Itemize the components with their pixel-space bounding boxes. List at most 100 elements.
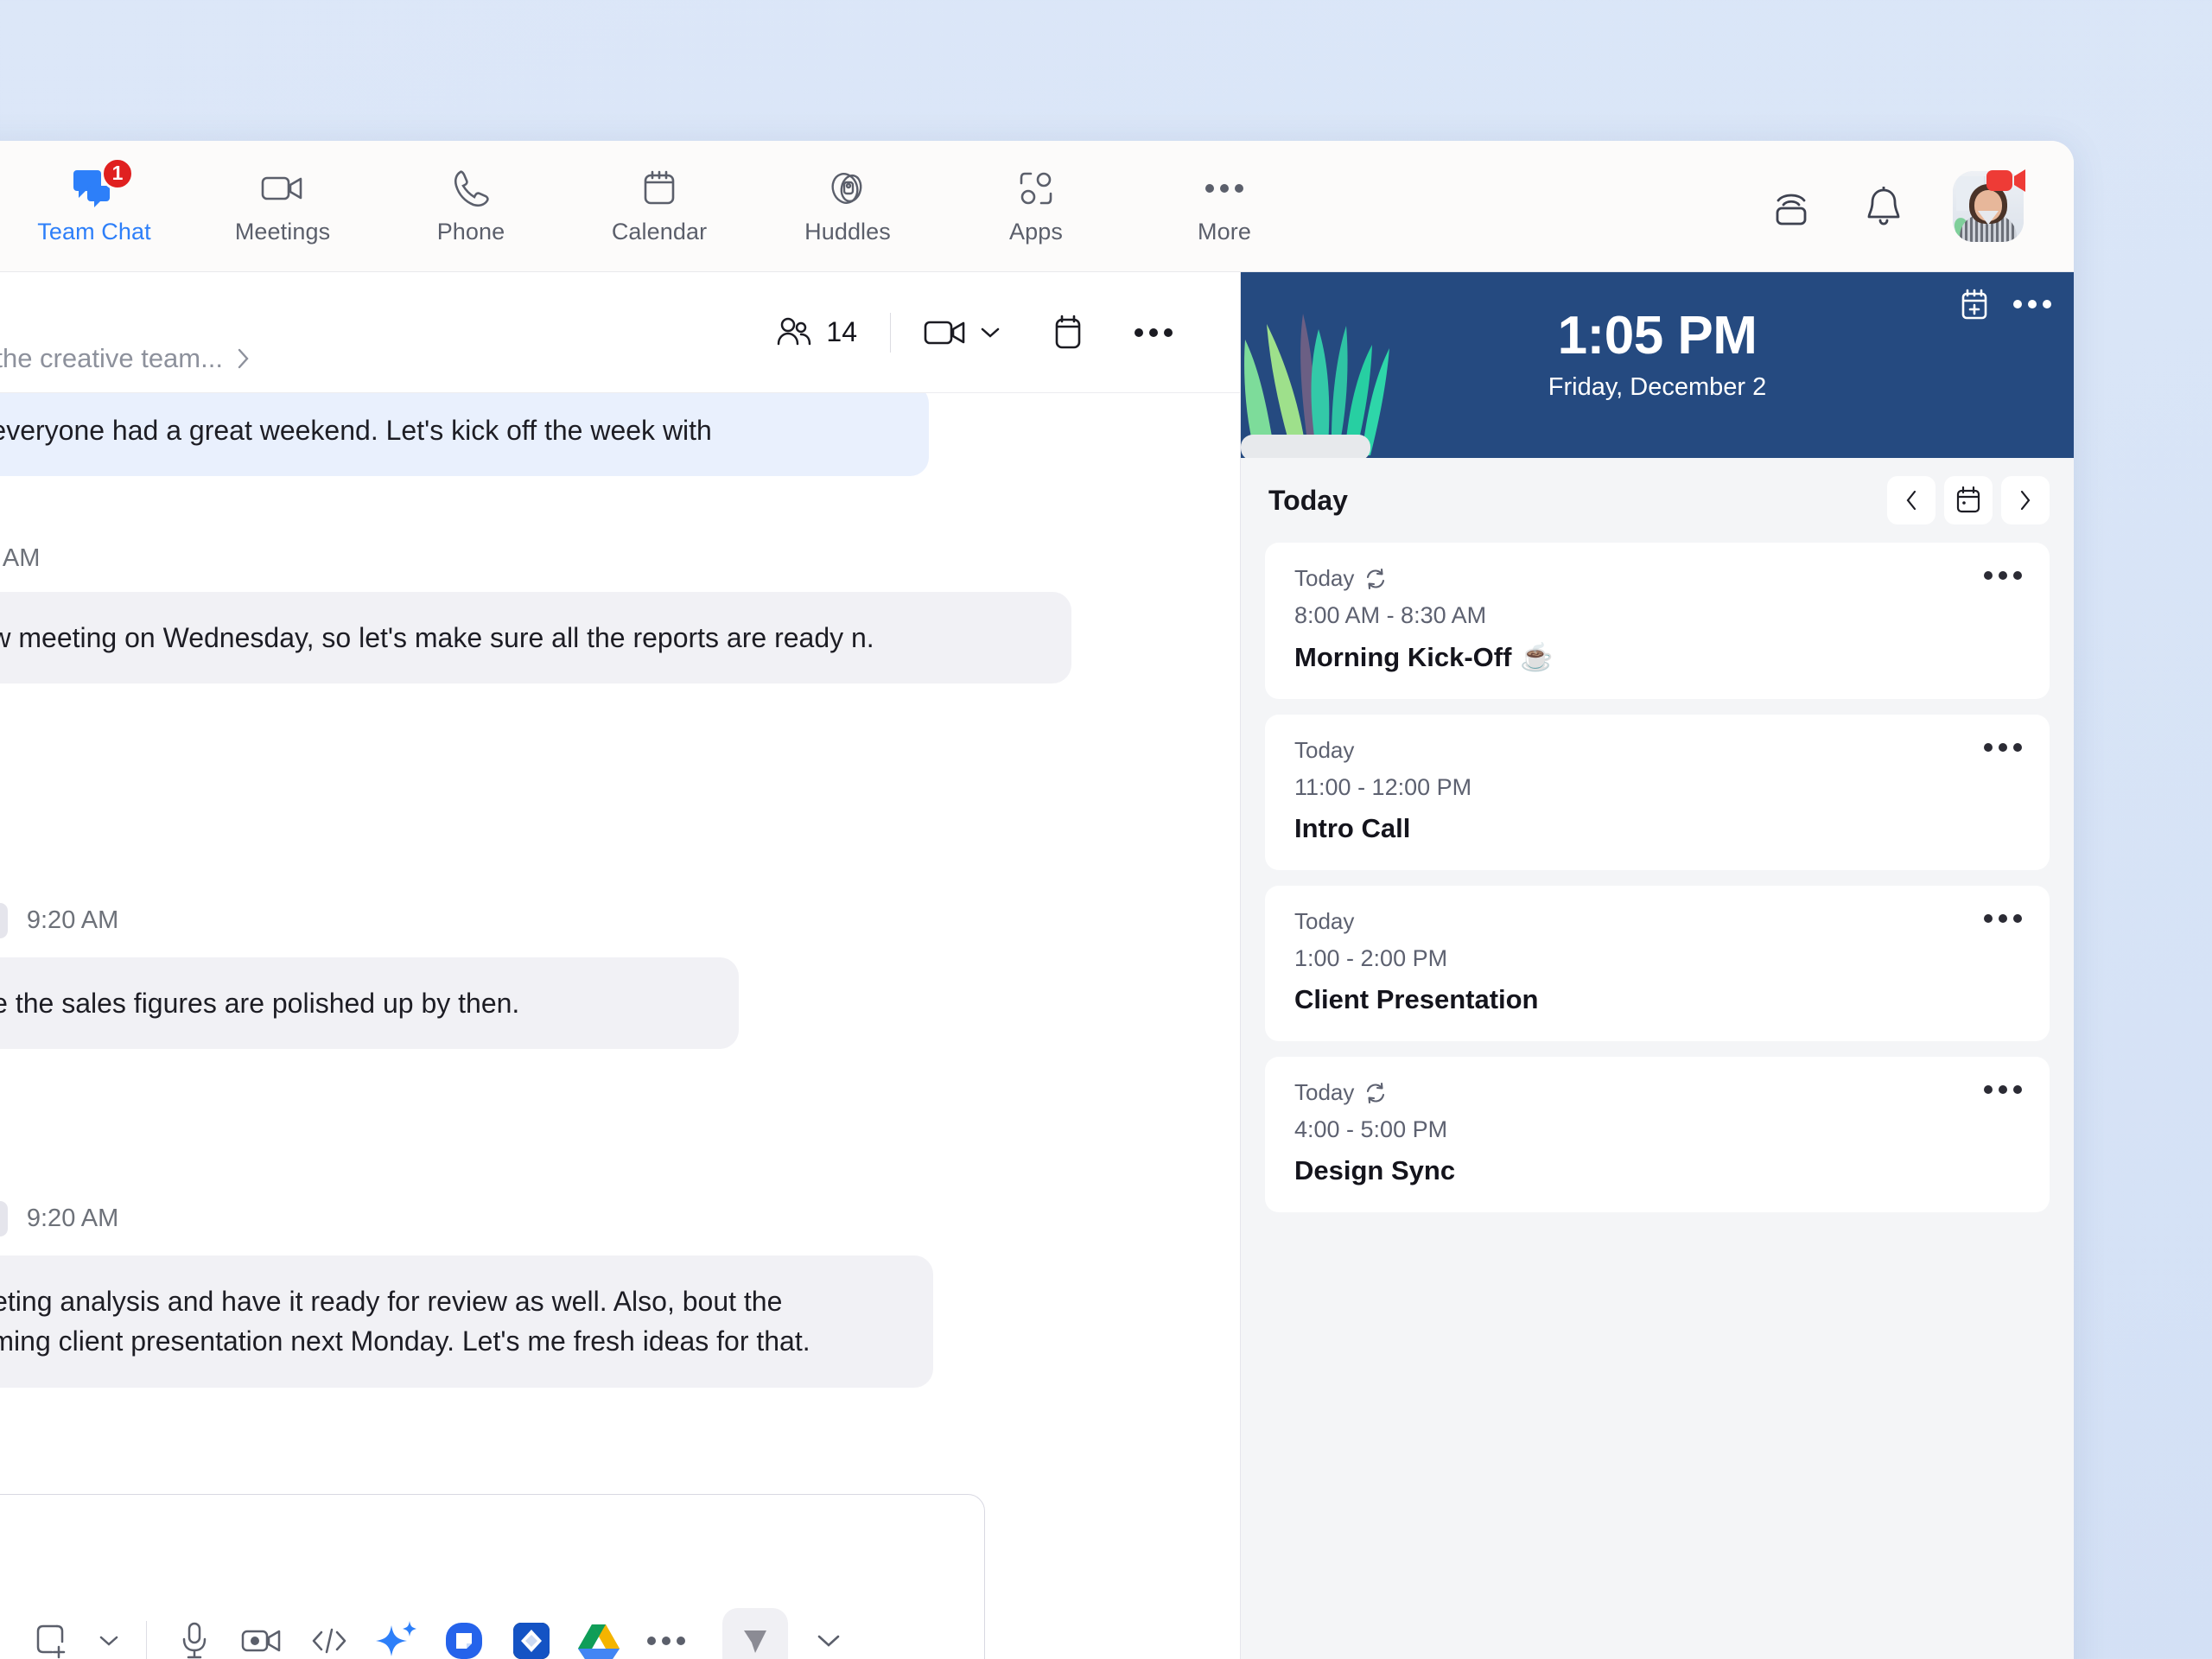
- send-icon: [744, 1630, 766, 1653]
- meeting-time: 1:00 - 2:00 PM: [1294, 945, 1448, 971]
- meeting-title: Client Presentation: [1294, 984, 2020, 1015]
- nav-item-team-chat[interactable]: 1 Team Chat: [0, 141, 188, 272]
- nav-item-phone[interactable]: Phone: [377, 141, 565, 272]
- meeting-title-text: Client Presentation: [1294, 984, 1539, 1014]
- meeting-title: Morning Kick-Off ☕: [1294, 641, 2020, 673]
- meeting-more-options-icon[interactable]: [1984, 1083, 2022, 1098]
- chevron-down-icon[interactable]: [86, 1607, 132, 1659]
- message-item: TERNAL 9:20 AM e sure the sales figures …: [0, 903, 760, 1050]
- meeting-card[interactable]: Today 4:00 - 5:00 PM Design Sync: [1265, 1057, 2050, 1212]
- chevron-left-icon[interactable]: [1887, 476, 1936, 524]
- send-button[interactable]: [722, 1608, 788, 1659]
- screenshot-add-icon[interactable]: [18, 1607, 86, 1659]
- panel-date-nav: [1887, 476, 2050, 524]
- meeting-day: Today: [1294, 908, 2020, 935]
- send-options-chevron-down-icon[interactable]: [795, 1607, 862, 1659]
- chevron-right-icon[interactable]: [2001, 476, 2050, 524]
- nav-item-meetings[interactable]: Meetings: [188, 141, 377, 272]
- calendar-side-panel: 1:05 PM Friday, December 2 Today Today 8…: [1240, 272, 2074, 1659]
- meeting-more-options-icon[interactable]: [1984, 569, 2022, 584]
- calendar-icon[interactable]: [1944, 476, 1993, 524]
- external-badge: TERNAL: [0, 903, 8, 938]
- meeting-card[interactable]: Today 11:00 - 12:00 PM Intro Call: [1265, 715, 2050, 870]
- chevron-right-icon: [238, 348, 249, 369]
- code-snippet-icon[interactable]: [296, 1607, 363, 1659]
- meeting-title-text: Design Sync: [1294, 1155, 1456, 1185]
- message-item: TERNAL 9:20 AM marketing analysis and ha…: [0, 1201, 968, 1388]
- avatar[interactable]: [1953, 169, 2025, 242]
- nav-item-calendar[interactable]: Calendar: [565, 141, 753, 272]
- file-icon[interactable]: [0, 1607, 18, 1659]
- google-drive-app-icon[interactable]: [565, 1607, 632, 1659]
- team-chat-icon: 1: [72, 156, 134, 208]
- recurring-icon: [1367, 568, 1385, 589]
- video-record-icon[interactable]: [228, 1607, 296, 1659]
- message-list[interactable]: lope everyone had a great weekend. Let's…: [0, 393, 1240, 1659]
- meeting-card[interactable]: Today 8:00 AM - 8:30 AM Morning Kick-Off…: [1265, 543, 2050, 699]
- meeting-more-options-icon[interactable]: [1984, 912, 2022, 927]
- meeting-day-label: Today: [1294, 908, 1355, 934]
- top-navigation-bar: 1 Team Chat Meetings Phone Calendar Hudd…: [0, 141, 2074, 272]
- panel-today-row: Today: [1241, 458, 2074, 543]
- ellipsis-icon: [1205, 168, 1243, 208]
- meeting-day: Today: [1294, 565, 2020, 592]
- message-meta: 9:20 AM: [0, 544, 1123, 573]
- meeting-more-options-icon[interactable]: [1984, 741, 2022, 756]
- bell-icon[interactable]: [1862, 184, 1905, 229]
- meeting-time: 11:00 - 12:00 PM: [1294, 774, 1472, 800]
- ai-sparkle-icon[interactable]: [363, 1607, 430, 1659]
- in-meeting-camera-badge-icon: [1986, 169, 2025, 192]
- compose-toolbar: [0, 1590, 984, 1659]
- nav-item-more[interactable]: More: [1130, 141, 1319, 272]
- nav-label-calendar: Calendar: [611, 218, 708, 245]
- add-event-calendar-icon[interactable]: [1960, 288, 1989, 321]
- nav-item-huddles[interactable]: Huddles: [753, 141, 942, 272]
- current-date: Friday, December 2: [1548, 373, 1767, 401]
- meeting-day-label: Today: [1294, 737, 1355, 763]
- message-bubble: review meeting on Wednesday, so let's ma…: [0, 592, 1071, 684]
- meeting-time: 4:00 - 5:00 PM: [1294, 1116, 1448, 1142]
- start-video-call-button[interactable]: [899, 315, 1026, 350]
- banner-actions: [1960, 288, 2051, 321]
- schedule-meeting-button[interactable]: [1026, 313, 1110, 353]
- participants-button[interactable]: 14: [750, 315, 881, 350]
- message-bubble: e sure the sales figures are polished up…: [0, 957, 739, 1050]
- phone-handset-icon: [453, 168, 489, 208]
- message-time: 9:20 AM: [0, 544, 41, 572]
- chat-title-text: cts status for the creative team...: [0, 343, 223, 373]
- meeting-day-label: Today: [1294, 1079, 1355, 1105]
- meeting-card[interactable]: Today 1:00 - 2:00 PM Client Presentation: [1265, 886, 2050, 1041]
- notes-app-icon[interactable]: [430, 1607, 498, 1659]
- nav-label-apps: Apps: [1009, 218, 1063, 245]
- cast-screen-icon[interactable]: [1768, 185, 1815, 228]
- meeting-time: 8:00 AM - 8:30 AM: [1294, 602, 1487, 628]
- meeting-title: Design Sync: [1294, 1155, 2020, 1186]
- nav-label-huddles: Huddles: [804, 218, 891, 245]
- panel-banner: 1:05 PM Friday, December 2: [1241, 272, 2074, 458]
- nav-label-phone: Phone: [436, 218, 505, 245]
- microphone-icon[interactable]: [161, 1607, 228, 1659]
- message-compose-box[interactable]: [0, 1494, 985, 1659]
- chat-header-actions: 14: [750, 272, 1197, 392]
- unread-badge: 1: [101, 156, 134, 190]
- chat-panel: cts status for the creative team... 14: [0, 272, 1240, 1659]
- message-time: 9:20 AM: [26, 1205, 119, 1232]
- current-time: 1:05 PM: [1557, 306, 1758, 365]
- message-meta: TERNAL 9:20 AM: [0, 1201, 968, 1236]
- meeting-list: Today 8:00 AM - 8:30 AM Morning Kick-Off…: [1241, 543, 2074, 1212]
- message-bubble: lope everyone had a great weekend. Let's…: [0, 393, 929, 477]
- meeting-title-text: Morning Kick-Off: [1294, 641, 1512, 672]
- jira-app-icon[interactable]: [498, 1607, 565, 1659]
- message-time: 9:20 AM: [26, 906, 119, 934]
- more-apps-icon[interactable]: [632, 1607, 700, 1659]
- message-bubble: marketing analysis and have it ready for…: [0, 1255, 933, 1388]
- panel-more-options-icon[interactable]: [2013, 300, 2051, 308]
- meeting-day: Today: [1294, 1079, 2020, 1106]
- calendar-icon: [641, 168, 677, 208]
- chat-more-options-button[interactable]: [1110, 327, 1197, 337]
- meeting-day: Today: [1294, 737, 2020, 764]
- nav-item-apps[interactable]: Apps: [942, 141, 1130, 272]
- external-badge: TERNAL: [0, 1201, 8, 1236]
- chevron-down-icon: [981, 327, 1000, 338]
- chat-title[interactable]: cts status for the creative team...: [0, 343, 252, 374]
